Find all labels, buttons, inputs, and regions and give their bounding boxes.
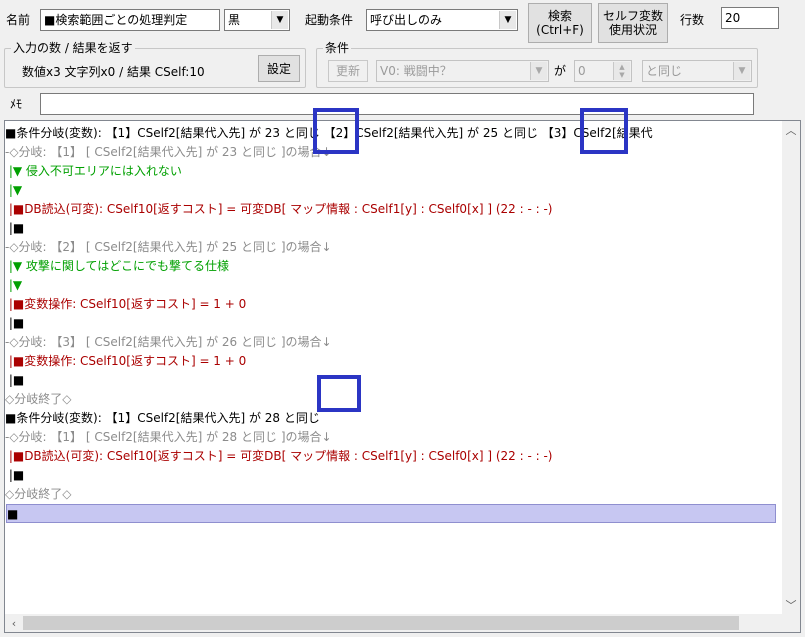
memo-label: ﾒﾓ: [10, 97, 23, 111]
command-line[interactable]: ◇分岐終了◇: [5, 485, 782, 504]
command-line[interactable]: |▼: [5, 181, 782, 200]
command-line[interactable]: |■DB読込(可変): CSelf10[返すコスト] = 可変DB[ マップ情報…: [5, 200, 782, 219]
scrollbar-corner: [782, 614, 800, 632]
vertical-scrollbar[interactable]: ︿ ﹀: [782, 121, 800, 614]
self-variable-usage-button[interactable]: セルフ変数 使用状況: [598, 3, 668, 43]
chevron-down-icon[interactable]: ▼: [499, 11, 516, 29]
horizontal-scroll-thumb[interactable]: [23, 616, 739, 630]
io-group-title: 入力の数 / 結果を返す: [11, 40, 135, 56]
color-select-value: 黒: [228, 13, 241, 27]
horizontal-scrollbar[interactable]: ‹: [5, 614, 782, 632]
command-line[interactable]: |■変数操作: CSelf10[返すコスト] = 1 + 0: [5, 295, 782, 314]
search-button[interactable]: 検索 (Ctrl+F): [528, 3, 592, 43]
scroll-up-icon[interactable]: ︿: [782, 121, 800, 139]
command-line[interactable]: |■変数操作: CSelf10[返すコスト] = 1 + 0: [5, 352, 782, 371]
command-line[interactable]: |■: [5, 219, 782, 238]
command-line[interactable]: ◇分岐終了◇: [5, 390, 782, 409]
scroll-down-icon[interactable]: ﹀: [782, 596, 800, 614]
command-line[interactable]: -◇分岐: 【1】 [ CSelf2[結果代入先] が 23 と同じ ]の場合↓: [5, 143, 782, 162]
command-line[interactable]: ■条件分岐(変数): 【1】CSelf2[結果代入先] が 23 と同じ 【2】…: [5, 124, 782, 143]
chevron-down-icon[interactable]: ▼: [271, 11, 288, 29]
command-line[interactable]: |■: [5, 371, 782, 390]
condition-variable-value: V0: 戦闘中？: [380, 64, 452, 78]
color-select[interactable]: 黒 ▼: [224, 9, 290, 31]
event-name-input[interactable]: ■検索範囲ごとの処理判定: [40, 9, 220, 31]
command-line[interactable]: |▼ 攻撃に関してはどこにでも撃てる仕様: [5, 257, 782, 276]
condition-operator-value: と同じ: [646, 64, 683, 78]
rows-input[interactable]: 20: [721, 7, 779, 29]
settings-button[interactable]: 設定: [258, 55, 300, 82]
command-line[interactable]: |▼: [5, 276, 782, 295]
condition-number-value: 0: [578, 64, 586, 78]
memo-input[interactable]: [40, 93, 754, 115]
ga-label: が: [554, 64, 567, 78]
rows-label: 行数: [680, 13, 705, 27]
trigger-select-value: 呼び出しのみ: [370, 13, 443, 27]
spin-updown-icon[interactable]: ▲ ▼: [613, 62, 630, 80]
selected-command-line[interactable]: ■: [6, 504, 776, 523]
chevron-down-icon[interactable]: ▼: [530, 62, 547, 80]
chevron-down-icon[interactable]: ▼: [733, 62, 750, 80]
command-line[interactable]: |■DB読込(可変): CSelf10[返すコスト] = 可変DB[ マップ情報…: [5, 447, 782, 466]
event-command-list[interactable]: ■条件分岐(変数): 【1】CSelf2[結果代入先] が 23 と同じ 【2】…: [4, 120, 801, 633]
condition-operator-select[interactable]: と同じ ▼: [642, 60, 752, 82]
io-summary-text: 数値x3 文字列x0 / 結果 CSelf:10: [22, 65, 205, 79]
condition-variable-select[interactable]: V0: 戦闘中？ ▼: [376, 60, 549, 82]
command-line[interactable]: -◇分岐: 【2】 [ CSelf2[結果代入先] が 25 と同じ ]の場合↓: [5, 238, 782, 257]
command-line[interactable]: ■条件分岐(変数): 【1】CSelf2[結果代入先] が 28 と同じ: [5, 409, 782, 428]
update-button[interactable]: 更新: [328, 60, 368, 82]
command-line[interactable]: |■: [5, 466, 782, 485]
command-line[interactable]: |▼ 侵入不可エリアには入れない: [5, 162, 782, 181]
command-line[interactable]: -◇分岐: 【3】 [ CSelf2[結果代入先] が 26 と同じ ]の場合↓: [5, 333, 782, 352]
trigger-select[interactable]: 呼び出しのみ ▼: [366, 9, 518, 31]
scroll-left-icon[interactable]: ‹: [5, 614, 23, 632]
name-label: 名前: [6, 13, 31, 27]
condition-group-title: 条件: [323, 40, 352, 56]
trigger-label: 起動条件: [305, 13, 354, 27]
command-line[interactable]: -◇分岐: 【1】 [ CSelf2[結果代入先] が 28 と同じ ]の場合↓: [5, 428, 782, 447]
condition-number-input[interactable]: 0 ▲ ▼: [574, 60, 632, 82]
command-line[interactable]: |■: [5, 314, 782, 333]
